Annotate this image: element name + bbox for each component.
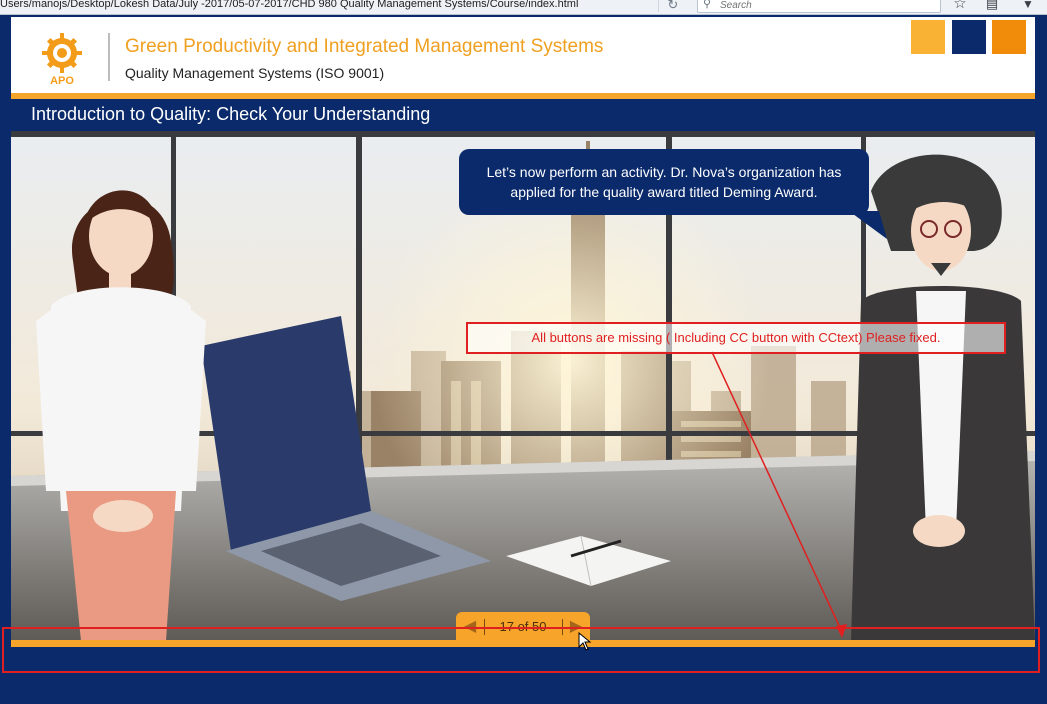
course-subtitle: Quality Management Systems (ISO 9001) [125,65,385,81]
speech-bubble: Let’s now perform an activity. Dr. Nova’… [459,149,869,215]
page-title-bar: Introduction to Quality: Check Your Unde… [11,99,1035,131]
page-title: Introduction to Quality: Check Your Unde… [31,104,431,124]
mouse-cursor-icon [578,632,592,651]
course-title: Green Productivity and Integrated Manage… [125,36,604,57]
reload-icon[interactable]: ↻ [665,0,681,13]
bubble-anchor: Let’s now perform an activity. Dr. Nova’… [11,131,1035,239]
bookmark-star-icon[interactable]: ☆ [951,0,969,13]
speech-bubble-text: Let’s now perform an activity. Dr. Nova’… [486,164,842,200]
color-square-navy [952,20,986,54]
browser-toolbar: Users/manojs/Desktop/Lokesh Data/July -2… [0,0,1047,15]
speech-bubble-tail [849,211,887,239]
search-icon: ⚲ [703,0,712,10]
search-input[interactable] [720,0,930,11]
apo-logo: APO [42,33,82,87]
logo-text: APO [50,75,74,87]
annotation-highlight-box [2,627,1040,673]
pocket-icon[interactable]: ▼ [1019,0,1037,13]
search-box[interactable]: ⚲ [697,0,941,13]
reader-icon[interactable]: ▤ [983,0,1001,13]
header-divider [108,33,110,81]
address-divider [658,0,659,12]
color-square-light-orange [911,20,945,54]
color-square-orange [992,20,1026,54]
course-header: APO Green Productivity and Integrated Ma… [11,17,1035,93]
annotation-note: All buttons are missing ( Including CC b… [466,322,1006,354]
address-bar[interactable]: Users/manojs/Desktop/Lokesh Data/July -2… [0,0,690,12]
